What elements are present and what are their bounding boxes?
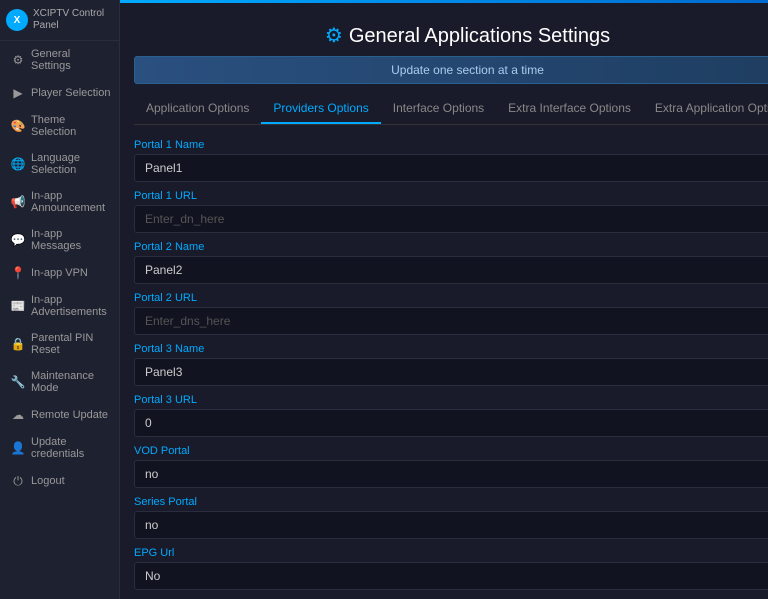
sidebar-item-logout[interactable]: ⏻ Logout <box>0 467 119 495</box>
page-title: ⚙General Applications Settings <box>134 23 768 48</box>
label-portal1-url: Portal 1 URL <box>134 190 768 202</box>
sidebar-label-in-app-vpn: In-app VPN <box>31 267 88 279</box>
general-settings-icon: ⚙ <box>11 53 25 67</box>
sidebar-label-in-app-advertisements: In-app Advertisements <box>31 294 111 318</box>
tab-extra-interface-options[interactable]: Extra Interface Options <box>496 94 643 124</box>
form-group-portal1-url: Portal 1 URL <box>134 190 768 233</box>
label-epg-url: EPG Url <box>134 547 768 559</box>
in-app-announcement-icon: 📢 <box>11 195 25 209</box>
label-portal1-name: Portal 1 Name <box>134 139 768 151</box>
providers-form: Portal 1 Name Portal 1 URL Portal 2 Name Po… <box>134 139 768 599</box>
remote-update-icon: ☁ <box>11 408 25 422</box>
input-portal1-name[interactable] <box>134 154 768 182</box>
sidebar-item-theme-selection[interactable]: 🎨 Theme Selection <box>0 107 119 145</box>
sidebar-label-update-credentials: Update credentials <box>31 436 111 460</box>
sidebar-item-in-app-advertisements[interactable]: 📰 In-app Advertisements <box>0 287 119 325</box>
sidebar-item-general-settings[interactable]: ⚙ General Settings <box>0 41 119 79</box>
input-portal1-url[interactable] <box>134 205 768 233</box>
form-group-epg-url: EPG Url <box>134 547 768 590</box>
sidebar-item-in-app-messages[interactable]: 💬 In-app Messages <box>0 221 119 259</box>
main-wrapper: ⚙General Applications Settings Update on… <box>120 0 768 599</box>
sidebar-label-player-selection: Player Selection <box>31 87 111 99</box>
page-header: ⚙General Applications Settings <box>134 13 768 56</box>
sidebar-item-update-credentials[interactable]: 👤 Update credentials <box>0 429 119 467</box>
sidebar: X XCIPTV Control Panel ⚙ General Setting… <box>0 0 120 599</box>
in-app-vpn-icon: 📍 <box>11 266 25 280</box>
tab-application-options[interactable]: Application Options <box>134 94 261 124</box>
input-series-portal[interactable] <box>134 511 768 539</box>
sidebar-item-remote-update[interactable]: ☁ Remote Update <box>0 401 119 429</box>
label-portal3-name: Portal 3 Name <box>134 343 768 355</box>
sidebar-label-theme-selection: Theme Selection <box>31 114 111 138</box>
form-group-series-portal: Series Portal <box>134 496 768 539</box>
player-selection-icon: ▶ <box>11 86 25 100</box>
in-app-advertisements-icon: 📰 <box>11 299 25 313</box>
form-group-portal2-name: Portal 2 Name <box>134 241 768 284</box>
tab-extra-application-options[interactable]: Extra Application Options <box>643 94 768 124</box>
main-content: ⚙General Applications Settings Update on… <box>120 3 768 599</box>
label-portal2-name: Portal 2 Name <box>134 241 768 253</box>
sidebar-label-language-selection: Language Selection <box>31 152 111 176</box>
app-title: XCIPTV Control Panel <box>33 8 113 32</box>
gear-icon: ⚙ <box>325 25 343 47</box>
sidebar-item-player-selection[interactable]: ▶ Player Selection <box>0 79 119 107</box>
sidebar-item-maintenance-mode[interactable]: 🔧 Maintenance Mode <box>0 363 119 401</box>
parental-pin-reset-icon: 🔒 <box>11 337 25 351</box>
input-epg-url[interactable] <box>134 562 768 590</box>
form-group-portal1-name: Portal 1 Name <box>134 139 768 182</box>
sidebar-item-in-app-vpn[interactable]: 📍 In-app VPN <box>0 259 119 287</box>
sidebar-header: X XCIPTV Control Panel <box>0 0 119 41</box>
update-credentials-icon: 👤 <box>11 441 25 455</box>
app-logo: X <box>6 9 28 31</box>
sidebar-label-general-settings: General Settings <box>31 48 111 72</box>
maintenance-mode-icon: 🔧 <box>11 375 25 389</box>
form-group-vod-portal: VOD Portal <box>134 445 768 488</box>
input-portal3-url[interactable] <box>134 409 768 437</box>
logout-icon: ⏻ <box>11 474 25 488</box>
sidebar-label-logout: Logout <box>31 475 65 487</box>
tab-bar: Application OptionsProviders OptionsInte… <box>134 94 768 125</box>
language-selection-icon: 🌐 <box>11 157 25 171</box>
notice-bar: Update one section at a time <box>134 56 768 84</box>
input-portal2-name[interactable] <box>134 256 768 284</box>
sidebar-item-parental-pin-reset[interactable]: 🔒 Parental PIN Reset <box>0 325 119 363</box>
input-portal3-name[interactable] <box>134 358 768 386</box>
input-vod-portal[interactable] <box>134 460 768 488</box>
label-series-portal: Series Portal <box>134 496 768 508</box>
label-portal2-url: Portal 2 URL <box>134 292 768 304</box>
sidebar-label-in-app-announcement: In-app Announcement <box>31 190 111 214</box>
sidebar-label-remote-update: Remote Update <box>31 409 108 421</box>
sidebar-label-in-app-messages: In-app Messages <box>31 228 111 252</box>
content-area: ⚙General Applications Settings Update on… <box>120 3 768 599</box>
tab-interface-options[interactable]: Interface Options <box>381 94 496 124</box>
form-group-portal2-url: Portal 2 URL <box>134 292 768 335</box>
sidebar-item-in-app-announcement[interactable]: 📢 In-app Announcement <box>0 183 119 221</box>
form-group-portal3-url: Portal 3 URL <box>134 394 768 437</box>
sidebar-item-language-selection[interactable]: 🌐 Language Selection <box>0 145 119 183</box>
label-portal3-url: Portal 3 URL <box>134 394 768 406</box>
sidebar-label-maintenance-mode: Maintenance Mode <box>31 370 111 394</box>
sidebar-nav: ⚙ General Settings ▶ Player Selection 🎨 … <box>0 41 119 495</box>
label-vod-portal: VOD Portal <box>134 445 768 457</box>
in-app-messages-icon: 💬 <box>11 233 25 247</box>
tab-providers-options[interactable]: Providers Options <box>261 94 380 124</box>
sidebar-label-parental-pin-reset: Parental PIN Reset <box>31 332 111 356</box>
theme-selection-icon: 🎨 <box>11 119 25 133</box>
input-portal2-url[interactable] <box>134 307 768 335</box>
form-group-portal3-name: Portal 3 Name <box>134 343 768 386</box>
